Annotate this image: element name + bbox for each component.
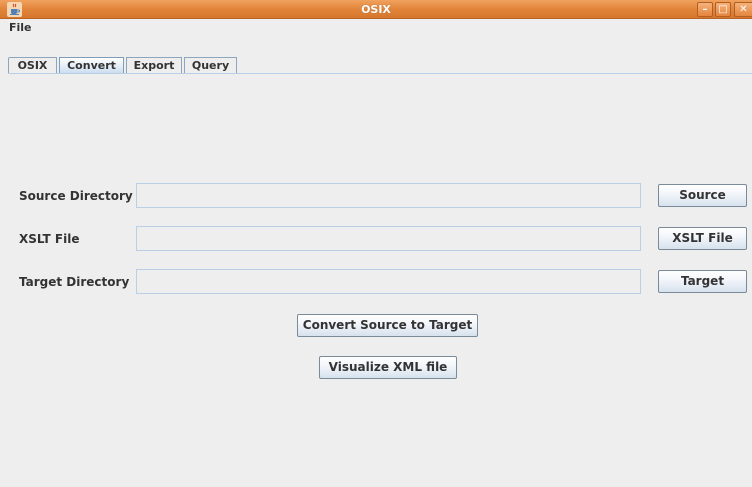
source-directory-input[interactable]	[136, 183, 641, 208]
tab-strip: OSIX Convert Export Query	[0, 37, 752, 74]
close-button[interactable]: ✕	[734, 2, 752, 17]
menu-file[interactable]: File	[4, 19, 37, 36]
source-button[interactable]: Source	[658, 184, 747, 207]
visualize-xml-file-button[interactable]: Visualize XML file	[319, 356, 457, 379]
window-title: OSIX	[361, 3, 391, 16]
menu-bar: File	[0, 19, 752, 36]
source-directory-label: Source Directory	[19, 189, 133, 203]
xslt-file-button[interactable]: XSLT File	[658, 227, 747, 250]
app-window: OSIX – □ ✕ File OSIX Convert Export Quer…	[0, 0, 752, 487]
xslt-file-label: XSLT File	[19, 232, 80, 246]
target-directory-label: Target Directory	[19, 275, 130, 289]
target-directory-input[interactable]	[136, 269, 641, 294]
tab-osix[interactable]: OSIX	[8, 57, 57, 74]
maximize-button[interactable]: □	[715, 2, 731, 17]
tab-query[interactable]: Query	[184, 57, 237, 74]
target-button[interactable]: Target	[658, 270, 747, 293]
minimize-button[interactable]: –	[697, 2, 713, 17]
tab-export[interactable]: Export	[126, 57, 182, 74]
convert-source-to-target-button[interactable]: Convert Source to Target	[297, 314, 478, 337]
xslt-file-input[interactable]	[136, 226, 641, 251]
title-bar[interactable]: OSIX – □ ✕	[0, 0, 752, 19]
tab-convert[interactable]: Convert	[59, 57, 124, 74]
